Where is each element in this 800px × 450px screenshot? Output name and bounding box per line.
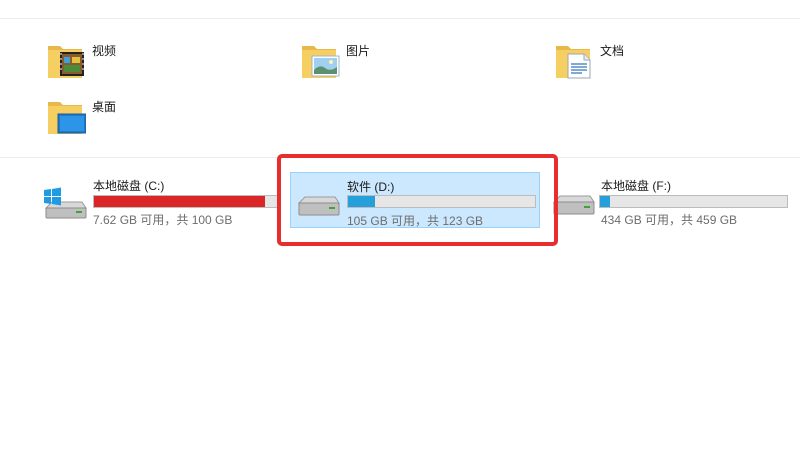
windows-drive-icon bbox=[44, 187, 87, 219]
pictures-folder-icon bbox=[302, 46, 340, 78]
drive-f[interactable]: 本地磁盘 (F:) 434 GB 可用，共 459 GB bbox=[548, 172, 792, 228]
folder-pictures[interactable]: 图片 bbox=[300, 40, 500, 90]
folder-documents[interactable]: 文档 bbox=[554, 40, 754, 90]
desktop-folder-icon bbox=[48, 102, 86, 134]
highlight-annotation bbox=[277, 154, 558, 246]
file-explorer-this-pc: 视频 图片 文档 桌面 本地磁盘 (C:) 7.62 GB 可用，共 100 G… bbox=[0, 0, 800, 450]
folder-videos[interactable]: 视频 bbox=[46, 40, 246, 90]
drive-usage-fill bbox=[600, 196, 611, 207]
documents-folder-icon bbox=[556, 46, 591, 79]
folder-desktop[interactable]: 桌面 bbox=[46, 96, 246, 146]
drive-usage-fill bbox=[94, 196, 265, 207]
top-divider bbox=[0, 18, 800, 19]
folder-label: 视频 bbox=[92, 44, 117, 58]
drive-usage-bar bbox=[599, 195, 788, 208]
drive-free-space: 7.62 GB 可用，共 100 GB bbox=[93, 213, 233, 227]
drive-c[interactable]: 本地磁盘 (C:) 7.62 GB 可用，共 100 GB bbox=[40, 172, 280, 228]
drive-name: 本地磁盘 (C:) bbox=[93, 179, 165, 193]
drive-name: 本地磁盘 (F:) bbox=[601, 179, 671, 193]
drive-usage-bar bbox=[93, 195, 280, 208]
video-folder-icon bbox=[48, 46, 84, 78]
drive-free-space: 434 GB 可用，共 459 GB bbox=[601, 213, 738, 227]
folder-label: 桌面 bbox=[92, 100, 117, 114]
folder-label: 图片 bbox=[346, 44, 371, 58]
folder-label: 文档 bbox=[600, 44, 625, 58]
